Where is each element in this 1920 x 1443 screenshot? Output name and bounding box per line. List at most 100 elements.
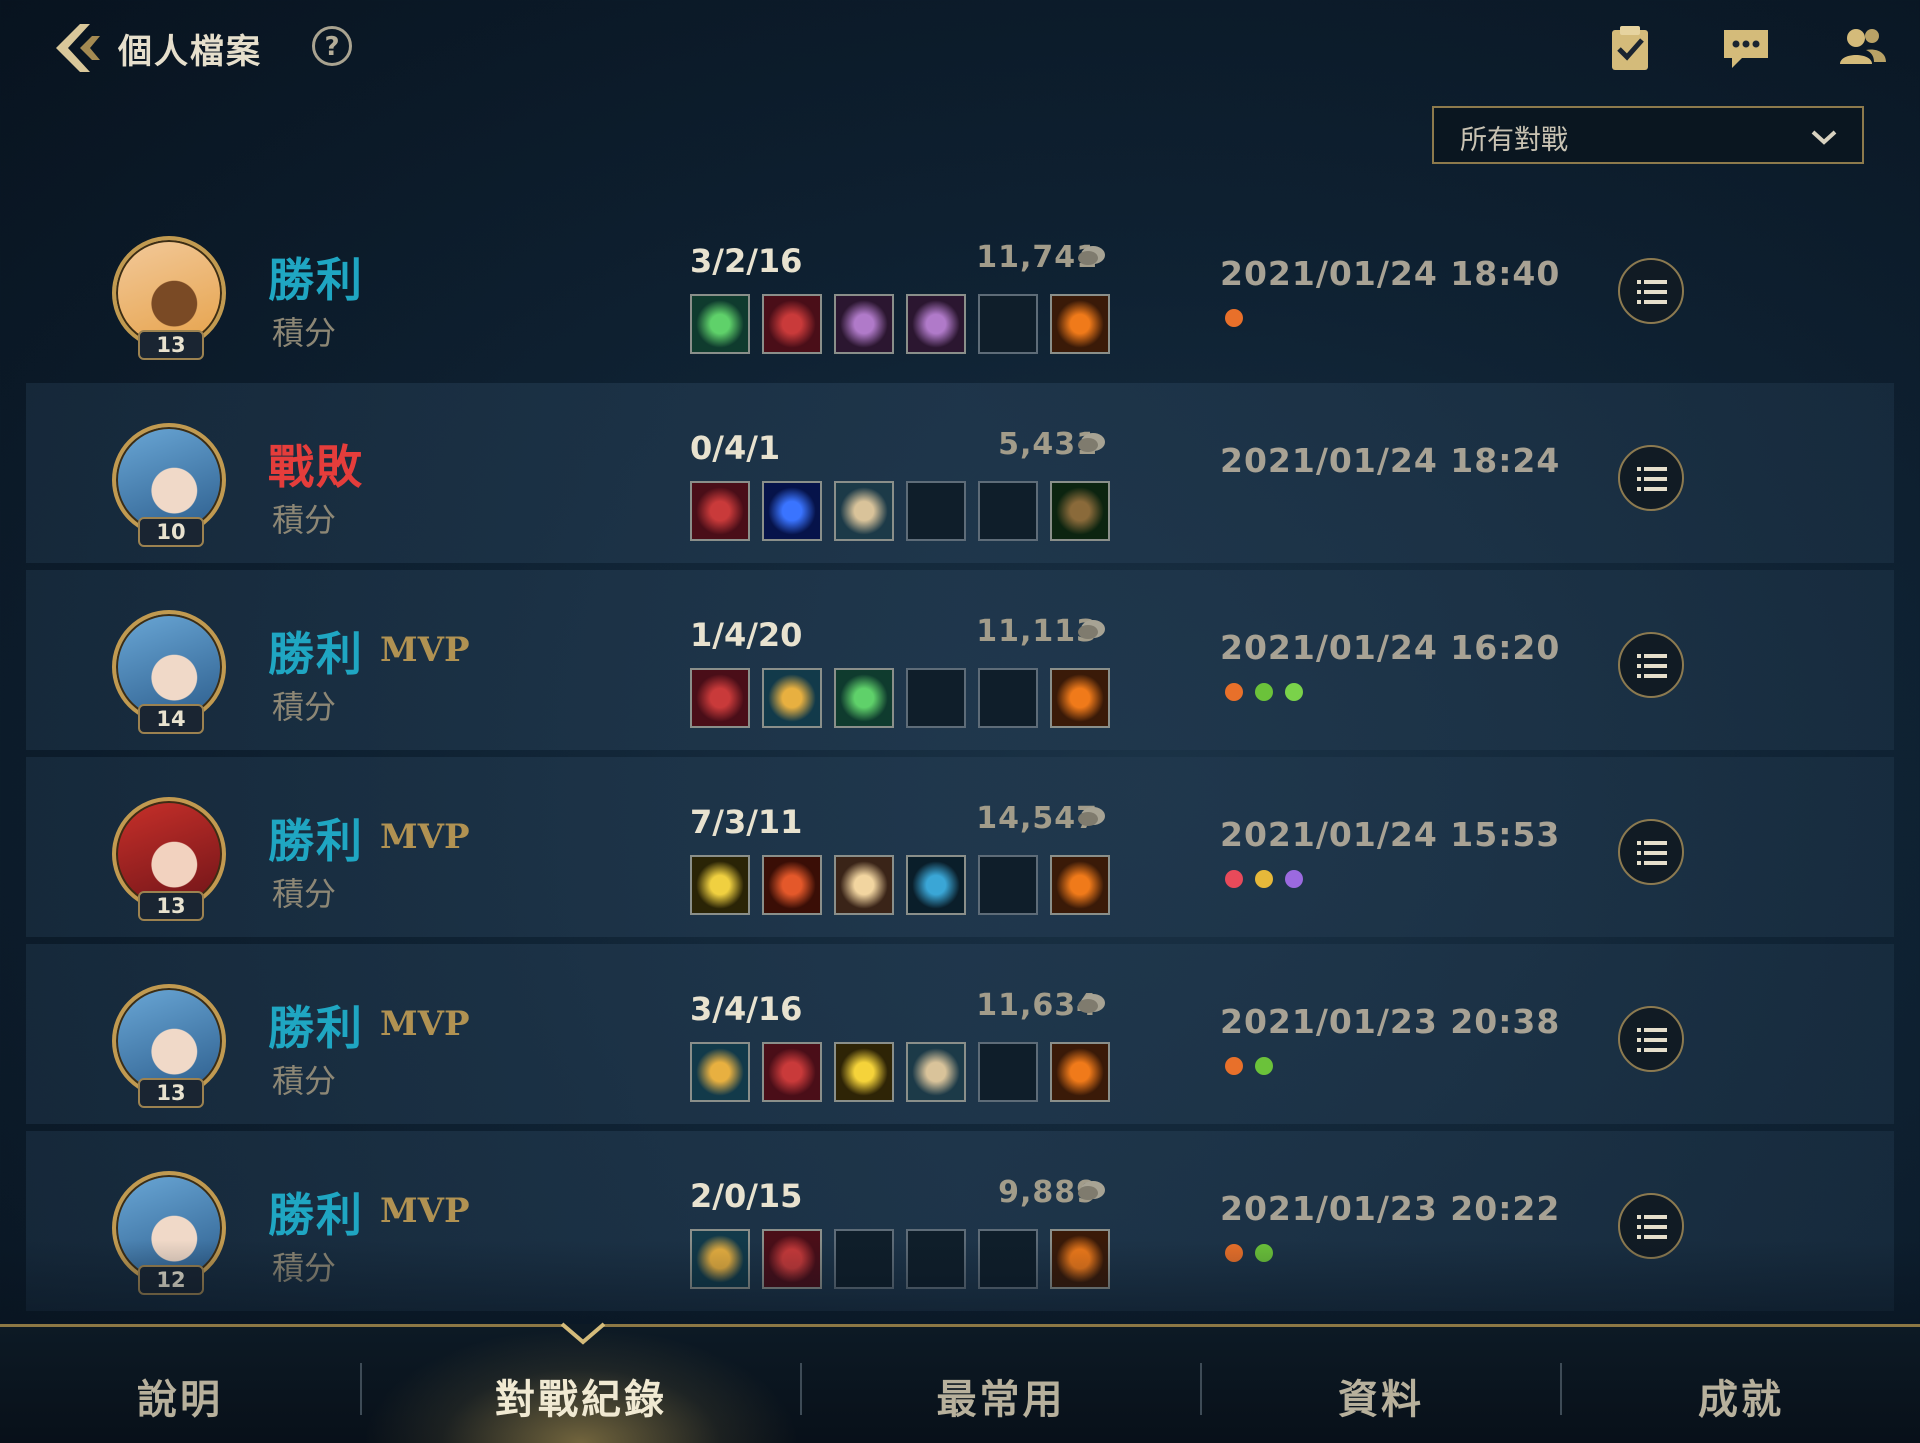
tab-data[interactable]: 資料 (1202, 1327, 1560, 1443)
empty-item-slot[interactable] (834, 1229, 894, 1289)
game-mode: 積分 (272, 501, 337, 539)
match-row[interactable]: 13 勝利 MVP 積分 3/4/16 11,634 2021/01/23 20… (26, 944, 1894, 1124)
gold-coin-icon (1078, 620, 1105, 639)
back-arrow-icon[interactable] (48, 18, 108, 78)
empty-item-slot[interactable] (978, 481, 1038, 541)
mvp-badge: MVP (380, 1191, 470, 1231)
champion-level: 10 (138, 517, 204, 547)
match-result: 勝利 (268, 1001, 364, 1055)
chat-bubble-icon[interactable] (1720, 22, 1772, 74)
match-details-button[interactable] (1618, 445, 1684, 511)
green-gem-item-icon[interactable] (690, 294, 750, 354)
match-details-button[interactable] (1618, 1006, 1684, 1072)
tab-label: 最常用 (936, 1377, 1066, 1423)
empty-item-slot[interactable] (906, 668, 966, 728)
match-row[interactable]: 13 勝利 MVP 積分 7/3/11 14,547 2021/01/24 15… (26, 757, 1894, 937)
champion-avatar[interactable]: 13 (112, 797, 228, 921)
chevron-down-icon (1811, 130, 1837, 145)
match-row[interactable]: 13 勝利 積分 3/2/16 11,741 2021/01/24 18:40 (26, 196, 1894, 376)
tab-label: 成就 (1698, 1377, 1784, 1423)
empty-item-slot[interactable] (906, 1229, 966, 1289)
match-row[interactable]: 12 勝利 MVP 積分 2/0/15 9,889 2021/01/23 20:… (26, 1131, 1894, 1311)
empty-item-slot[interactable] (978, 668, 1038, 728)
feather-staff-item-icon[interactable] (690, 1042, 750, 1102)
match-result: 戰敗 (268, 440, 364, 494)
spiked-orb-item-icon[interactable] (906, 294, 966, 354)
red-shield-item-icon[interactable] (762, 294, 822, 354)
mission-clipboard-icon[interactable] (1604, 22, 1656, 74)
gold-coin-icon (1078, 433, 1105, 452)
tab-label: 對戰紀錄 (495, 1377, 667, 1423)
match-filter-dropdown[interactable]: 所有對戰 (1432, 106, 1864, 164)
kda-score: 2/0/15 (690, 1177, 803, 1215)
feather-staff-item-icon[interactable] (690, 1229, 750, 1289)
red-blade-item-icon[interactable] (762, 855, 822, 915)
friends-icon[interactable] (1836, 22, 1888, 74)
empty-item-slot[interactable] (978, 1042, 1038, 1102)
help-icon[interactable]: ? (312, 26, 352, 66)
mvp-badge: MVP (380, 1004, 470, 1044)
green-flag-badge-icon (1255, 683, 1273, 701)
champion-level: 13 (138, 1078, 204, 1108)
orange-streak-badge-icon (1225, 309, 1243, 327)
winged-angel-item-icon[interactable] (834, 855, 894, 915)
active-tab-marker-icon (560, 1322, 606, 1345)
green-ward-badge-icon (1285, 683, 1303, 701)
champion-level: 13 (138, 330, 204, 360)
mvp-badge: MVP (380, 630, 470, 670)
tab-description[interactable]: 說明 (0, 1327, 360, 1443)
winged-ward-trinket-icon[interactable] (1050, 855, 1110, 915)
match-details-button[interactable] (1618, 632, 1684, 698)
scroll-item-icon[interactable] (834, 481, 894, 541)
green-gem-item-icon[interactable] (834, 668, 894, 728)
tab-achievements[interactable]: 成就 (1562, 1327, 1920, 1443)
empty-item-slot[interactable] (978, 294, 1038, 354)
blue-flame-item-icon[interactable] (762, 481, 822, 541)
gold-coin-icon (1078, 1181, 1105, 1200)
tab-most-used[interactable]: 最常用 (802, 1327, 1200, 1443)
match-datetime: 2021/01/23 20:38 (1220, 1002, 1561, 1041)
winged-ward-trinket-icon[interactable] (1050, 668, 1110, 728)
red-shield-item-icon[interactable] (690, 668, 750, 728)
red-shield-item-icon[interactable] (762, 1042, 822, 1102)
match-row[interactable]: 10 戰敗 積分 0/4/1 5,431 2021/01/24 18:24 (26, 383, 1894, 563)
match-datetime: 2021/01/24 18:40 (1220, 254, 1561, 293)
empty-item-slot[interactable] (906, 481, 966, 541)
empty-item-slot[interactable] (978, 855, 1038, 915)
champion-avatar[interactable]: 14 (112, 610, 228, 734)
winged-ward-trinket-icon[interactable] (1050, 1229, 1110, 1289)
red-shield-item-icon[interactable] (762, 1229, 822, 1289)
gold-coins-badge-icon (1255, 870, 1273, 888)
match-details-button[interactable] (1618, 819, 1684, 885)
champion-avatar[interactable]: 10 (112, 423, 228, 547)
scroll-item-icon[interactable] (906, 1042, 966, 1102)
match-details-button[interactable] (1618, 1193, 1684, 1259)
red-shield-item-icon[interactable] (690, 481, 750, 541)
feather-staff-item-icon[interactable] (762, 668, 822, 728)
gold-mace-item-icon[interactable] (834, 1042, 894, 1102)
match-details-button[interactable] (1618, 258, 1684, 324)
blue-spear-item-icon[interactable] (906, 855, 966, 915)
match-result: 勝利 (268, 1188, 364, 1242)
champion-avatar[interactable]: 12 (112, 1171, 228, 1295)
purple-gem-badge-icon (1285, 870, 1303, 888)
green-boots-item-icon[interactable] (1050, 481, 1110, 541)
champion-level: 14 (138, 704, 204, 734)
bottom-tab-bar: 說明 對戰紀錄 最常用 資料 成就 (0, 1324, 1920, 1443)
golden-sword-item-icon[interactable] (690, 855, 750, 915)
game-mode: 積分 (272, 314, 337, 352)
tab-label: 資料 (1338, 1377, 1424, 1423)
kda-score: 0/4/1 (690, 429, 781, 467)
champion-avatar[interactable]: 13 (112, 984, 228, 1108)
champion-level: 12 (138, 1265, 204, 1295)
match-datetime: 2021/01/24 15:53 (1220, 815, 1561, 854)
gold-coin-icon (1078, 807, 1105, 826)
empty-item-slot[interactable] (978, 1229, 1038, 1289)
champion-avatar[interactable]: 13 (112, 236, 228, 360)
match-result: 勝利 (268, 253, 364, 307)
filter-selected-value: 所有對戰 (1460, 125, 1568, 156)
match-row[interactable]: 14 勝利 MVP 積分 1/4/20 11,113 2021/01/24 16… (26, 570, 1894, 750)
winged-ward-trinket-icon[interactable] (1050, 294, 1110, 354)
spiked-orb-item-icon[interactable] (834, 294, 894, 354)
winged-ward-trinket-icon[interactable] (1050, 1042, 1110, 1102)
